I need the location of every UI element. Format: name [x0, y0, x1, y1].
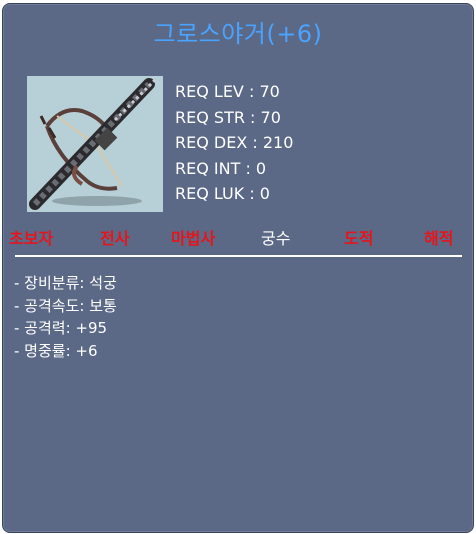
job-requirements-row: 초보자 전사 마법사 궁수 도적 해적: [3, 225, 473, 249]
stat-attack: - 공격력: +95: [14, 319, 108, 337]
req-int: REQ INT : 0: [175, 158, 267, 178]
job-warrior: 전사: [100, 229, 130, 248]
req-dex: REQ DEX : 210: [175, 133, 294, 152]
job-pirate: 해적: [424, 229, 454, 248]
item-tooltip-panel: 그로스야거(+6) REQ LEV : 70 REQ STR : 70 REQ …: [2, 3, 474, 533]
req-str: REQ STR : 70: [175, 107, 281, 127]
job-beginner: 초보자: [9, 229, 54, 248]
job-bowman: 궁수: [261, 229, 291, 248]
crossbow-icon: [29, 78, 157, 210]
divider: [15, 255, 462, 257]
job-magician: 마법사: [171, 229, 216, 248]
stat-accuracy: - 명중률: +6: [14, 341, 98, 360]
stat-attack-speed: - 공격속도: 보통: [14, 296, 117, 315]
item-image: [27, 76, 163, 212]
item-name: 그로스야거(+6): [153, 20, 323, 48]
req-level: REQ LEV : 70: [175, 82, 280, 101]
item-stats-list: - 장비분류: 석궁 - 공격속도: 보통 - 공격력: +95 - 명중률: …: [14, 272, 117, 362]
job-thief: 도적: [344, 229, 374, 248]
stat-equip-type: - 장비분류: 석궁: [14, 274, 117, 292]
requirements-list: REQ LEV : 70 REQ STR : 70 REQ DEX : 210 …: [175, 79, 293, 207]
req-luk: REQ LUK : 0: [175, 184, 270, 203]
